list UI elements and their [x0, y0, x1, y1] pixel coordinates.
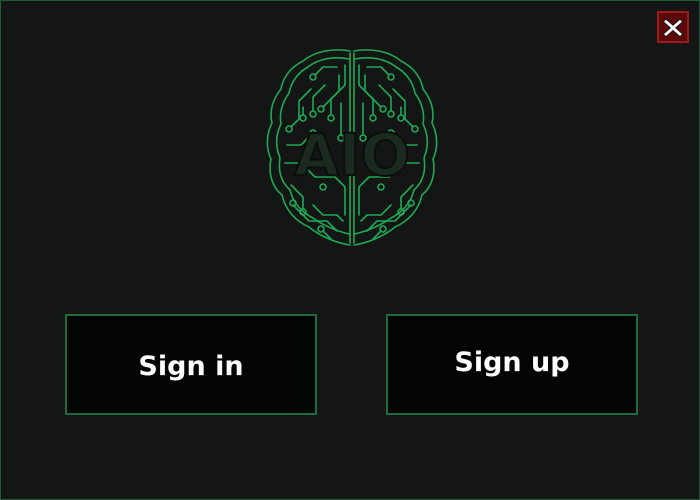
sign-up-button[interactable]: Sign up: [386, 314, 638, 415]
sign-up-label: Sign up: [454, 347, 570, 378]
circuit-brain-icon: AIO: [266, 49, 438, 246]
logo-text: AIO: [294, 121, 410, 189]
close-button[interactable]: [657, 11, 689, 43]
sign-in-label: Sign in: [138, 351, 244, 382]
sign-in-button[interactable]: Sign in: [65, 314, 317, 415]
close-x-icon: [662, 18, 684, 38]
brain-logo: AIO: [263, 45, 441, 253]
app-window: AIO Sign in Sign up: [0, 0, 700, 500]
